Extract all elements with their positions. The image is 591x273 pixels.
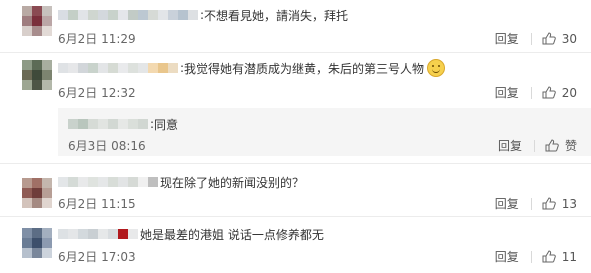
username-blurred[interactable] xyxy=(68,119,148,129)
reply-button[interactable]: 回复 xyxy=(498,137,522,154)
divider xyxy=(530,197,532,210)
comment-text: 我觉得她有潜质成为继黄，朱后的第三号人物 xyxy=(184,61,425,76)
avatar[interactable] xyxy=(22,6,52,36)
thumbs-up-icon[interactable] xyxy=(542,197,556,210)
comment-date: 6月2日 12:32 xyxy=(58,86,136,100)
reply-button[interactable]: 回复 xyxy=(495,84,519,101)
comment-text: 现在除了她的新闻没别的？ xyxy=(160,175,305,190)
comment-date: 6月2日 17:03 xyxy=(58,250,136,264)
thumbs-up-icon[interactable] xyxy=(542,32,556,45)
divider xyxy=(533,139,535,152)
avatar[interactable] xyxy=(22,60,52,90)
smile-emoji-icon xyxy=(427,59,446,77)
reply-button[interactable]: 回复 xyxy=(495,195,519,212)
comment-date: 6月2日 11:29 xyxy=(58,32,136,46)
comment-item: 她是最差的港姐 说话一点修养都无 6月2日 17:03 回复 11 xyxy=(0,217,591,273)
reply-button[interactable]: 回复 xyxy=(495,30,519,47)
divider xyxy=(530,86,532,99)
thumbs-up-icon[interactable] xyxy=(542,250,556,263)
thumbs-up-icon[interactable] xyxy=(542,86,556,99)
like-count: 30 xyxy=(561,31,577,46)
like-count: 13 xyxy=(561,196,577,211)
username-blurred[interactable] xyxy=(58,177,158,187)
reply-text: 同意 xyxy=(154,117,179,132)
avatar[interactable] xyxy=(22,228,52,258)
reply-button[interactable]: 回复 xyxy=(495,248,519,265)
reply-thread: : 同意 6月3日 08:16 回复 赞 xyxy=(58,108,591,156)
comment-text: 她是最差的港姐 说话一点修养都无 xyxy=(140,227,324,242)
divider xyxy=(530,250,532,263)
like-count: 11 xyxy=(561,249,577,264)
comment-date: 6月2日 11:15 xyxy=(58,197,136,211)
reply-date: 6月3日 08:16 xyxy=(68,139,146,153)
like-label: 赞 xyxy=(564,139,577,153)
comment-item: : 不想看見她，請消失，拜托 6月2日 11:29 回复 30 xyxy=(0,0,591,53)
username-blurred[interactable] xyxy=(58,10,198,20)
avatar[interactable] xyxy=(22,178,52,208)
username-blurred[interactable] xyxy=(58,229,138,239)
comment-text: 不想看見她，請消失，拜托 xyxy=(204,8,349,23)
username-blurred[interactable] xyxy=(58,63,178,73)
divider xyxy=(530,32,532,45)
thumbs-up-icon[interactable] xyxy=(545,139,559,152)
comment-item: 现在除了她的新闻没别的？ 6月2日 11:15 回复 13 xyxy=(0,164,591,217)
like-count: 20 xyxy=(561,85,577,100)
